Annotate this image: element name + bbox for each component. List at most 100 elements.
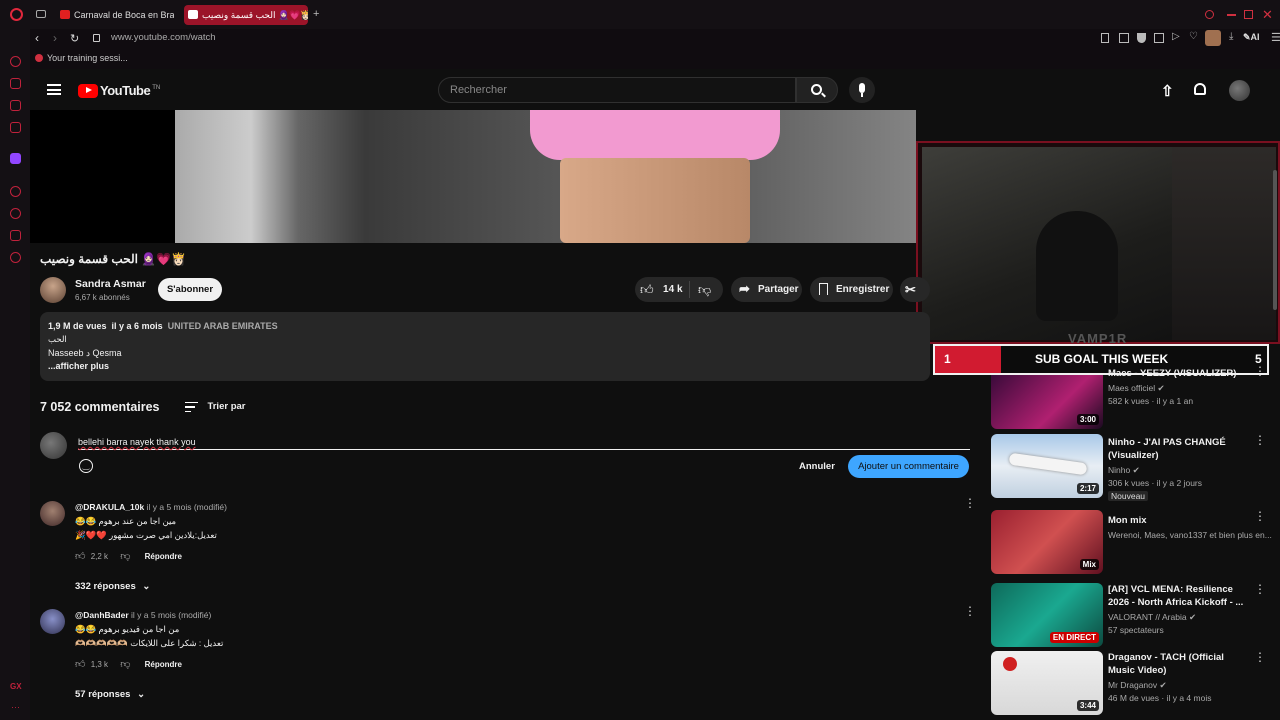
comment-text-line1: مين اجا من عند برهوم 😂😂 [75,516,177,526]
vpn-icon[interactable] [1154,33,1164,43]
comment-menu-icon[interactable]: ⋮ [964,497,976,509]
tab-overview-icon[interactable] [36,10,46,18]
comment-like-count: 1,3 k [90,660,109,669]
like-button[interactable]: 👍︎ 14 k [640,281,683,299]
more-actions-icon[interactable]: ⋮ [1254,583,1266,595]
notifications-bell-icon[interactable] [1194,83,1206,95]
comment-input[interactable]: bellehi barra nayek thank you [78,432,970,450]
bookmark-favicon-icon [35,54,43,62]
comment-dislike-icon[interactable]: 👎︎ [120,551,130,562]
video-thumbnail: 3:00 [991,375,1103,429]
new-tab-button[interactable]: + [313,9,323,20]
comment-dislike-icon[interactable]: 👎︎ [120,659,130,670]
sort-comments-button[interactable]: Trier par [185,398,245,416]
gx-logo-icon: GX [10,682,22,691]
sidebar-refresh-icon[interactable] [10,56,21,67]
search-button[interactable] [796,77,838,103]
view-replies-button[interactable]: 57 réponses ⌄ [75,689,145,700]
emoji-button[interactable]: ‿ [79,459,93,473]
account-avatar[interactable] [1229,80,1250,101]
ai-button[interactable]: ✎AI [1243,32,1260,43]
comment-item: @DanhBader il y a 5 mois (modifié) من اج… [40,605,976,709]
clip-button[interactable]: ✂ [900,277,930,302]
more-actions-icon[interactable]: ⋮ [1254,510,1266,522]
youtube-logo[interactable]: YouTube TN [78,82,160,98]
like-count: 14 k [663,284,683,295]
chevron-down-icon: ⌄ [142,581,151,592]
verified-icon: ✔ [1159,680,1167,690]
heart-icon[interactable]: ♡ [1189,31,1198,42]
tab-active-video[interactable]: الحب قسمة ونصيب 🧕🏻💗👸🏻 [184,5,308,25]
share-button[interactable]: ➦ Partager [731,277,802,302]
dislike-button[interactable]: 👎︎ [698,281,711,299]
channel-name[interactable]: Sandra Asmar [75,278,146,290]
comment-author[interactable]: @DRAKULA_10k il y a 5 mois (modifié) [75,502,227,512]
comment-menu-icon[interactable]: ⋮ [964,605,976,617]
voice-search-button[interactable] [849,77,875,103]
sidebar-twitch-icon[interactable] [10,153,21,164]
save-button[interactable]: Enregistrer [810,277,893,302]
comment-draft: bellehi barra nayek thank you [78,437,196,447]
reply-button[interactable]: Répondre [145,660,182,669]
url-field[interactable]: www.youtube.com/watch [111,32,216,43]
upload-icon[interactable]: ⇧ [1161,82,1174,100]
tab-carnaval[interactable]: Carnaval de Boca en Bras [56,5,174,25]
video-channel: Ninho ✔ [1108,465,1140,475]
sidebar-extensions-icon[interactable] [10,230,21,241]
cancel-comment-button[interactable]: Annuler [799,461,835,472]
subscribe-button[interactable]: S'abonner [158,278,222,301]
sidebar-play-icon[interactable] [10,186,21,197]
snapshot-icon[interactable] [1119,33,1129,43]
reload-button[interactable]: ↻ [70,32,79,45]
search-input[interactable]: Rechercher [438,77,796,103]
more-actions-icon[interactable]: ⋮ [1254,434,1266,446]
back-button[interactable]: ‹ [35,31,39,45]
comment-author[interactable]: @DanhBader il y a 5 mois (modifié) [75,610,211,620]
channel-avatar[interactable] [40,277,66,303]
reply-button[interactable]: Répondre [145,552,182,561]
view-replies-button[interactable]: 332 réponses ⌄ [75,581,150,592]
opera-logo-icon[interactable] [10,8,23,21]
download-icon[interactable]: ⤓ [1229,31,1233,42]
more-icon[interactable]: ··· [11,702,20,712]
comment-avatar[interactable] [40,609,65,634]
profile-avatar-icon[interactable] [1205,30,1221,46]
hamburger-menu-icon[interactable] [47,84,61,95]
view-count: 1,9 M de vues [48,321,107,331]
show-more-link[interactable]: ...afficher plus [48,361,109,371]
sidebar-settings-icon[interactable] [10,252,21,263]
more-actions-icon[interactable]: ⋮ [1254,365,1266,377]
player-icon[interactable]: ▷ [1172,31,1180,42]
recommended-video[interactable]: 3:44 Draganov - TACH (Official Music Vid… [991,651,1266,715]
video-player[interactable] [30,110,916,243]
bookmark-item[interactable]: Your training sessi... [35,53,128,63]
forward-button[interactable]: › [53,31,57,45]
bookmark-page-icon[interactable] [1101,33,1109,43]
search-tabs-icon[interactable] [1205,10,1214,19]
video-title: Ninho - J'AI PAS CHANGÉ (Visualizer) [1108,437,1226,461]
maximize-button[interactable] [1244,10,1253,19]
recommended-video[interactable]: 3:00 Maes - YEEZY (VISUALIZER) Maes offi… [991,365,1266,429]
sidebar-chat-icon[interactable] [10,100,21,111]
share-label: Partager [758,284,799,295]
page-scrollbar[interactable] [1273,170,1277,310]
shield-icon[interactable] [1137,33,1146,43]
recommended-video[interactable]: 2:17 Ninho - J'AI PAS CHANGÉ (Visualizer… [991,434,1266,501]
sidebar-user-icon[interactable] [10,78,21,89]
share-icon: ➦ [739,281,750,296]
verified-icon: ✔ [1188,612,1197,622]
comment-like-icon[interactable]: 👍︎ [75,551,85,562]
thumbs-up-icon: 👍︎ [640,282,654,297]
more-actions-icon[interactable]: ⋮ [1254,651,1266,663]
close-window-button[interactable]: ✕ [1262,7,1273,23]
recommended-video[interactable]: Mix Mon mix Werenoi, Maes, vano1337 et b… [991,510,1272,574]
minimize-button[interactable] [1227,14,1236,16]
recommended-video[interactable]: EN DIRECT [AR] VCL MENA: Resilience 2026… [991,583,1266,647]
menu-icon[interactable]: ☰ [1271,31,1280,44]
comment-like-icon[interactable]: 👍︎ [75,659,85,670]
submit-comment-button[interactable]: Ajouter un commentaire [848,455,969,478]
sidebar-history-icon[interactable] [10,208,21,219]
sidebar-m-icon[interactable] [10,122,21,133]
browser-tab-bar: Carnaval de Boca en Bras الحب قسمة ونصيب… [0,0,1280,29]
comment-avatar[interactable] [40,501,65,526]
